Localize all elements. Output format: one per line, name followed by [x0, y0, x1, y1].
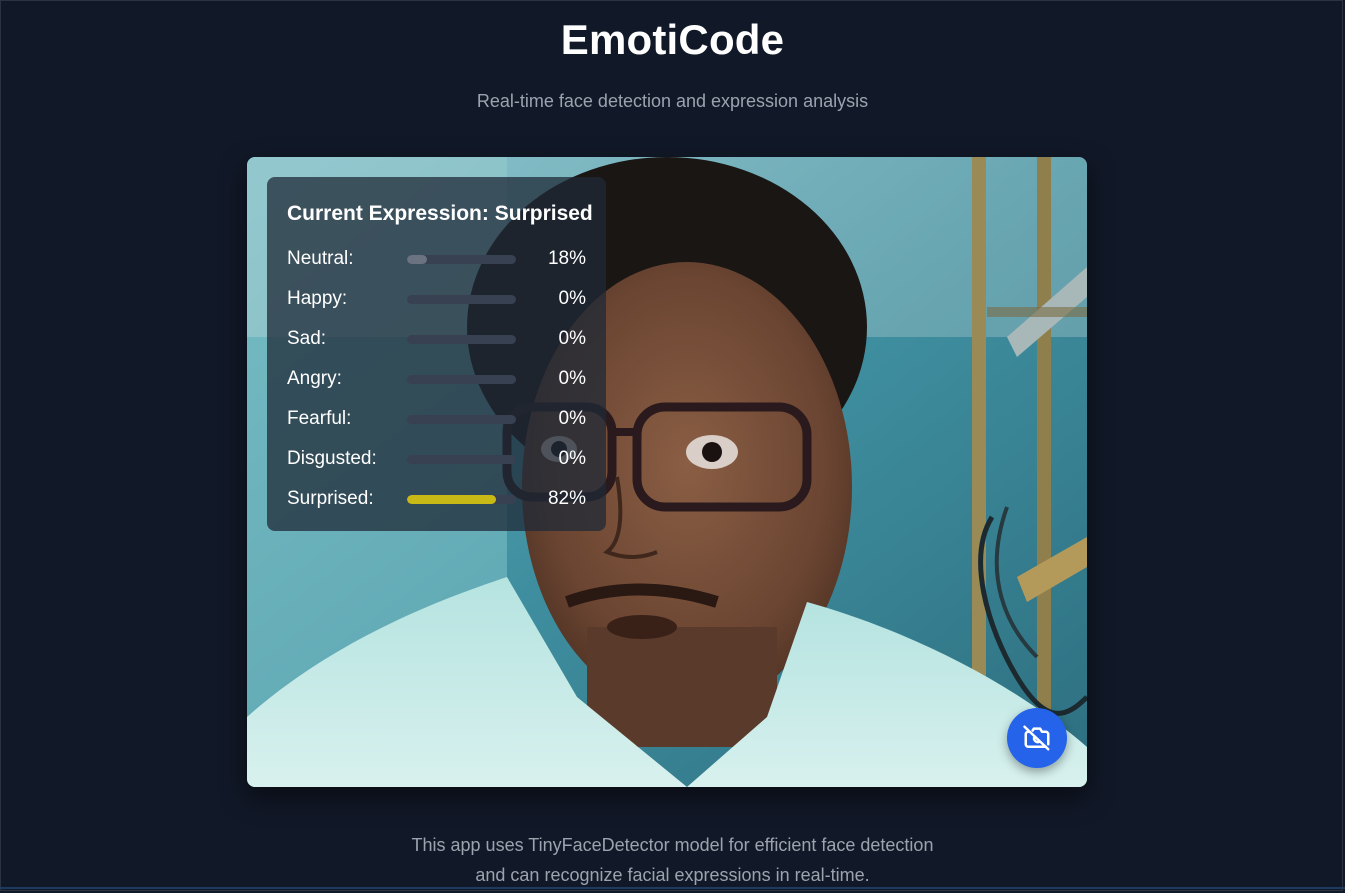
expression-row: Disgusted: 0%	[287, 439, 586, 479]
expression-bar	[407, 454, 516, 464]
expression-percentage: 0%	[558, 368, 586, 389]
expression-bar	[407, 334, 516, 344]
current-expression-prefix: Current Expression:	[287, 202, 489, 225]
footer-line-1: This app uses TinyFaceDetector model for…	[411, 835, 934, 855]
expression-list: Neutral: 18% Happy: 0% Sad: 0% Angry: 0% Fearful…	[287, 239, 586, 519]
camera-off-icon	[1023, 725, 1050, 751]
expression-bar	[407, 254, 516, 264]
footer-line-2: and can recognize facial expressions in …	[475, 865, 870, 885]
expression-percentage: 0%	[558, 328, 586, 349]
expression-label: Happy:	[287, 288, 348, 309]
expression-label: Neutral:	[287, 248, 354, 269]
expression-row: Surprised: 82%	[287, 479, 586, 519]
expression-row: Sad: 0%	[287, 319, 586, 359]
app-subtitle: Real-time face detection and expression …	[476, 91, 869, 111]
expression-bar-fill	[407, 494, 497, 504]
app-title: EmotiCode	[560, 16, 785, 63]
expression-row: Neutral: 18%	[287, 239, 586, 279]
expression-label: Fearful:	[287, 408, 352, 429]
expression-percentage: 18%	[547, 248, 586, 269]
expression-label: Surprised:	[287, 488, 374, 509]
expression-label: Disgusted:	[287, 448, 377, 469]
expression-panel: Current Expression: Surprised Neutral: 18…	[267, 177, 606, 531]
webcam-video: Current Expression: Surprised Neutral: 18…	[247, 157, 1087, 787]
expression-percentage: 82%	[547, 488, 586, 509]
bottom-divider	[0, 887, 1345, 889]
expression-bar	[407, 414, 516, 424]
current-expression-value: Surprised	[494, 202, 593, 225]
expression-percentage: 0%	[558, 408, 586, 429]
expression-percentage: 0%	[558, 288, 586, 309]
camera-toggle-button[interactable]	[1007, 708, 1067, 768]
expression-row: Angry: 0%	[287, 359, 586, 399]
expression-percentage: 0%	[558, 448, 586, 469]
expression-row: Happy: 0%	[287, 279, 586, 319]
expression-bar	[407, 494, 516, 504]
expression-label: Angry:	[287, 368, 342, 389]
expression-bar-fill	[407, 254, 427, 264]
expression-bar	[407, 374, 516, 384]
footer-description: This app uses TinyFaceDetector model for…	[0, 830, 1345, 890]
current-expression-heading: Current Expression: Surprised	[287, 202, 593, 226]
expression-bar	[407, 294, 516, 304]
expression-row: Fearful: 0%	[287, 399, 586, 439]
expression-label: Sad:	[287, 328, 327, 349]
